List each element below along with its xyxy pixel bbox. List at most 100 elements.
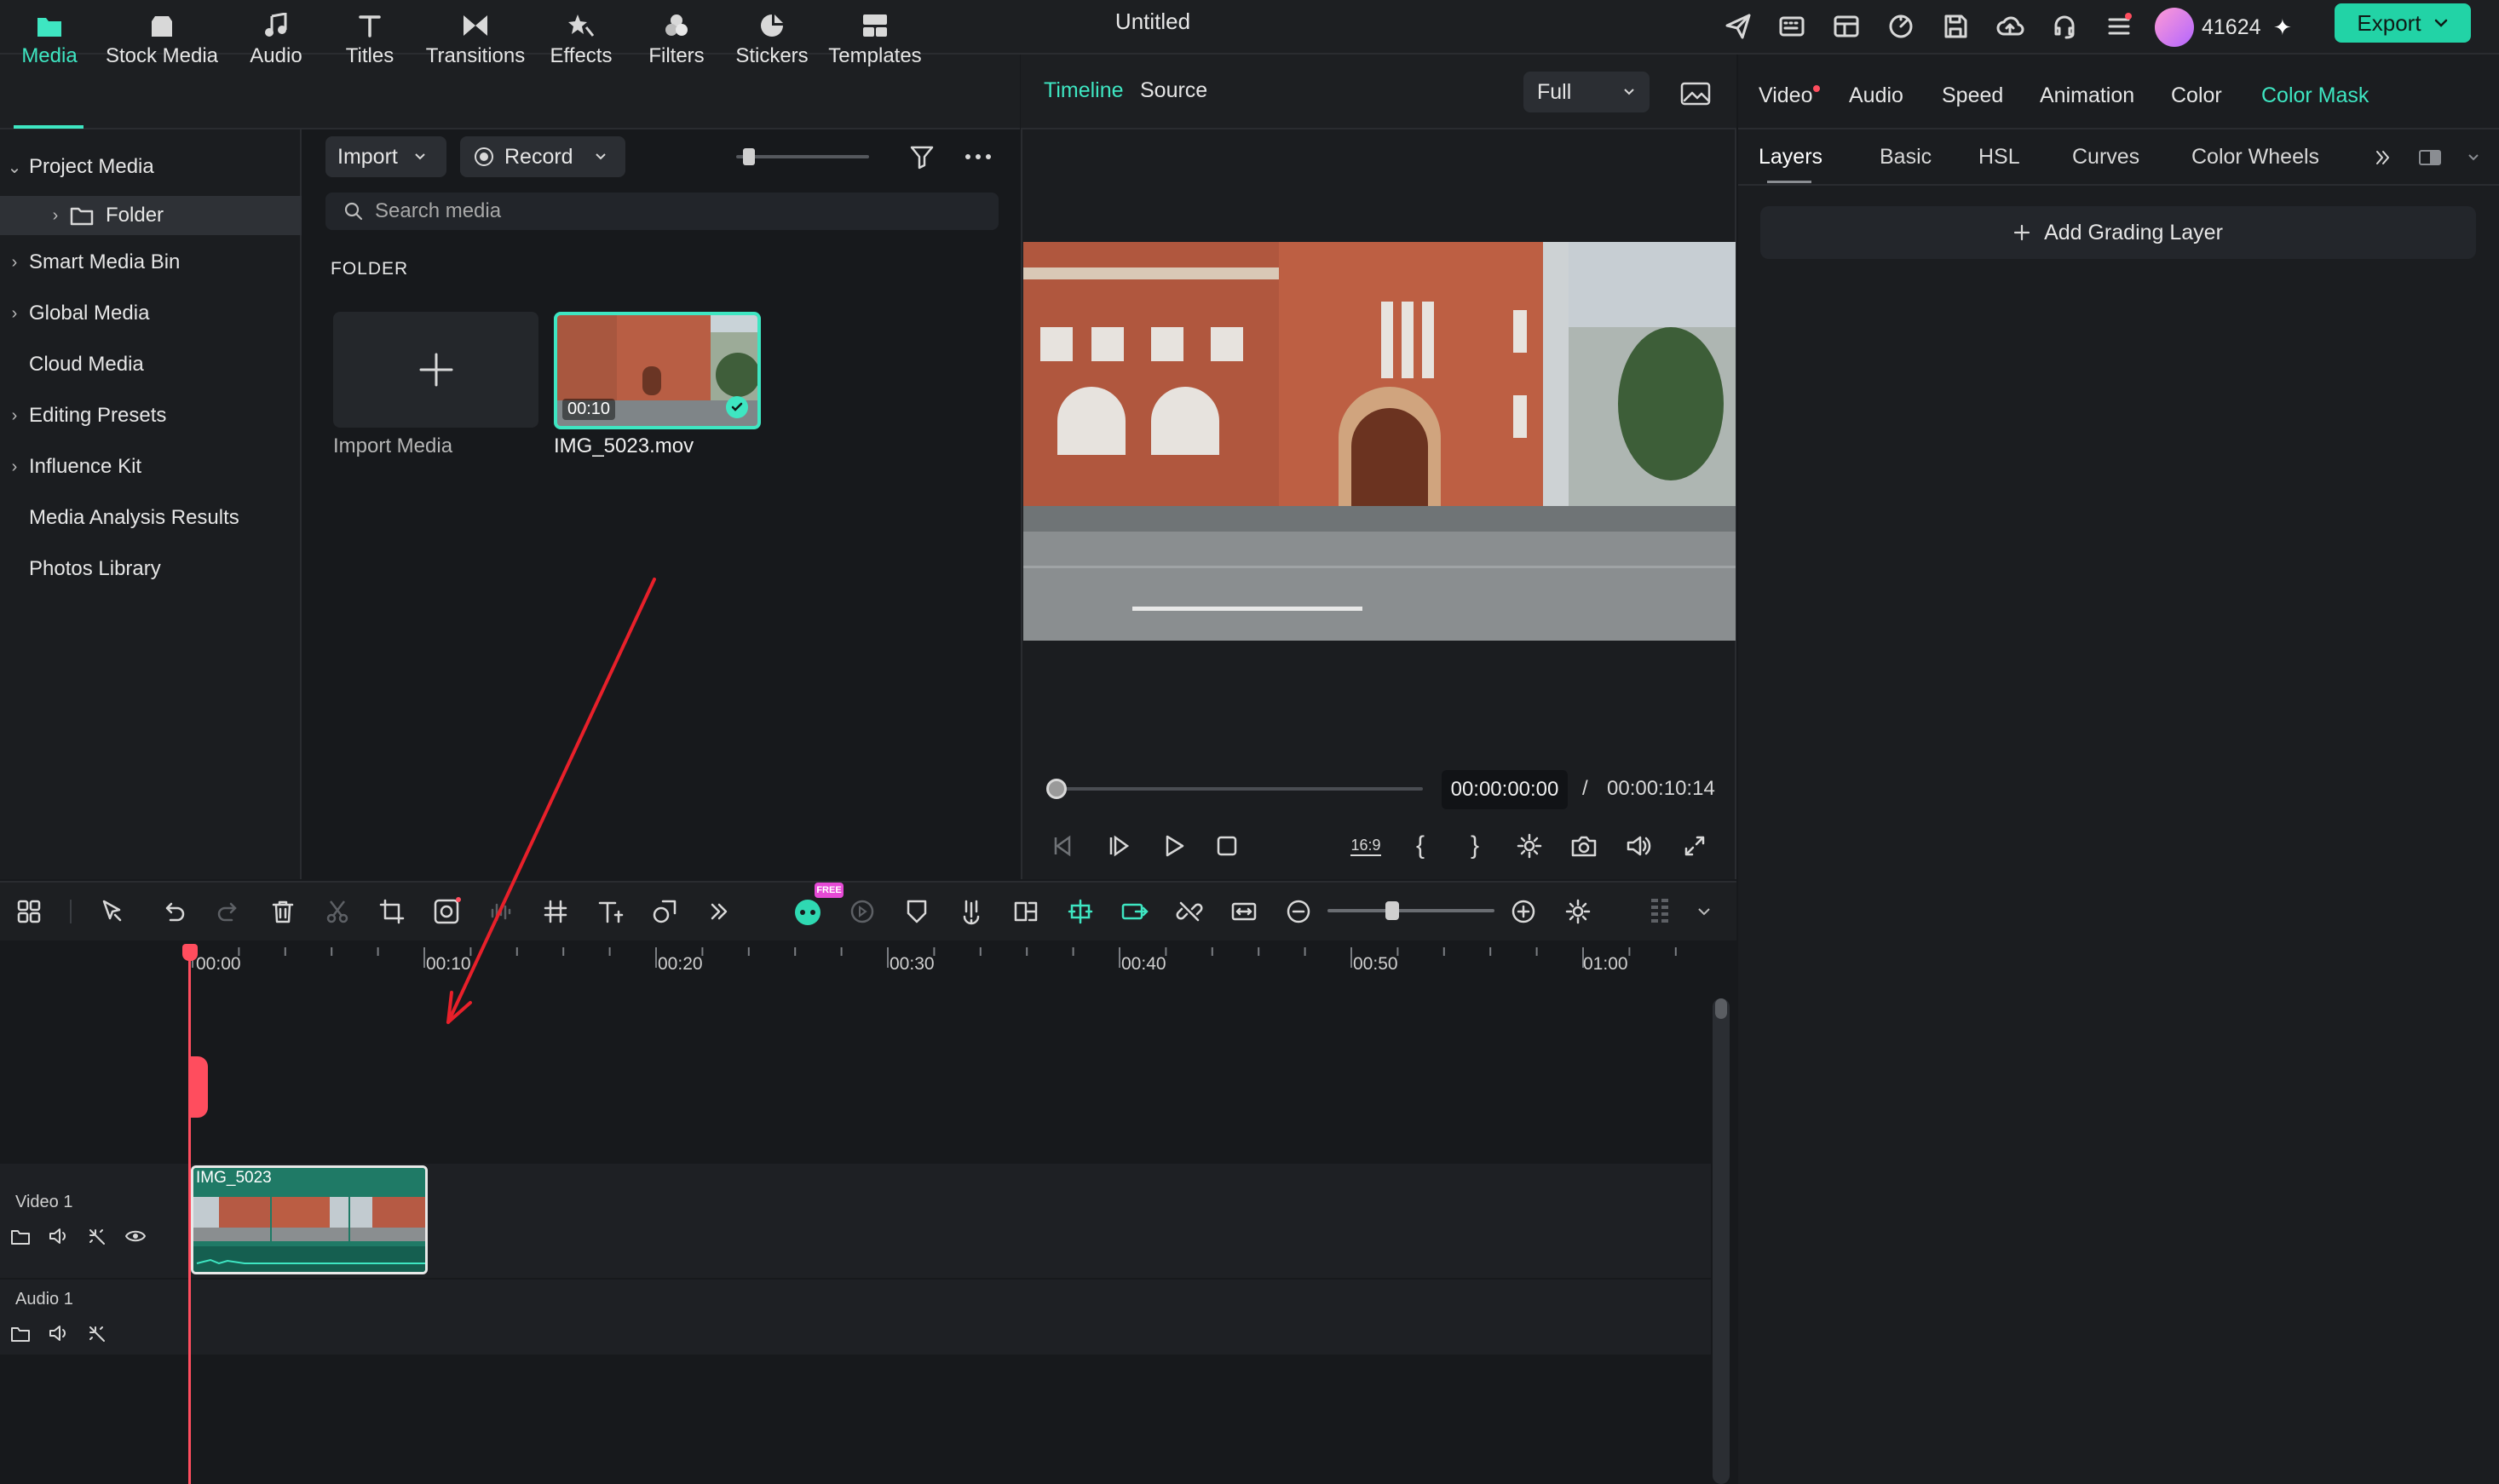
track-effects-icon[interactable]	[87, 1324, 107, 1343]
export-button[interactable]: Export	[2335, 3, 2471, 43]
auto-ripple-icon[interactable]	[1116, 893, 1154, 930]
track-folder-icon[interactable]	[10, 1324, 31, 1343]
track-volume-icon[interactable]	[48, 1227, 70, 1245]
mark-in-icon[interactable]: {	[1401, 826, 1440, 866]
more-tools-chevrons-icon[interactable]	[700, 893, 738, 930]
previous-frame-icon[interactable]	[1043, 826, 1082, 866]
tab-color[interactable]: Color	[2171, 83, 2222, 108]
thumbnail-size-slider-knob[interactable]	[743, 148, 755, 165]
snap-toggle-icon[interactable]	[1062, 893, 1099, 930]
sidebar-item-project-media[interactable]: ⌄ Project Media	[0, 147, 302, 187]
crop-icon[interactable]	[373, 893, 411, 930]
render-settings-icon[interactable]	[1510, 826, 1549, 866]
layout-icon[interactable]	[1827, 7, 1866, 46]
more-options-icon[interactable]	[961, 140, 995, 174]
playback-scrubber-knob[interactable]	[1046, 779, 1067, 799]
split-screen-icon[interactable]	[1007, 893, 1045, 930]
subtab-basic[interactable]: Basic	[1880, 145, 1932, 170]
video-preview[interactable]	[1023, 242, 1736, 641]
fit-timeline-icon[interactable]	[1225, 893, 1263, 930]
chevron-down-icon[interactable]	[2461, 143, 2486, 172]
tab-filters[interactable]: Filters	[637, 10, 716, 75]
tab-templates[interactable]: Templates	[826, 10, 924, 75]
tab-transitions[interactable]: Transitions	[423, 10, 528, 75]
track-height-icon[interactable]	[1641, 893, 1678, 930]
tab-animation[interactable]: Animation	[2040, 83, 2134, 108]
timeline-settings-icon[interactable]	[1559, 893, 1597, 930]
compare-view-icon[interactable]	[2415, 143, 2445, 172]
zoom-out-icon[interactable]	[1280, 893, 1317, 930]
thumbnail-size-slider[interactable]	[736, 155, 869, 158]
sidebar-item-media-analysis-results[interactable]: Media Analysis Results	[0, 498, 302, 538]
voiceover-mic-icon[interactable]	[953, 893, 990, 930]
timeline-zoom-knob[interactable]	[1385, 901, 1399, 920]
redo-icon[interactable]	[210, 893, 247, 930]
tab-effects[interactable]: Effects	[542, 10, 620, 75]
select-tool-icon[interactable]	[94, 893, 131, 930]
sidebar-item-cloud-media[interactable]: Cloud Media	[0, 345, 302, 384]
sidebar-item-smart-media-bin[interactable]: › Smart Media Bin	[0, 243, 302, 282]
import-media-tile[interactable]	[333, 312, 538, 428]
menu-icon[interactable]	[2099, 7, 2139, 46]
tab-media[interactable]: Media	[15, 10, 83, 75]
sidebar-item-influence-kit[interactable]: › Influence Kit	[0, 447, 302, 486]
track-folder-icon[interactable]	[10, 1227, 31, 1245]
sidebar-item-photos-library[interactable]: Photos Library	[0, 549, 302, 589]
stop-icon[interactable]	[1207, 826, 1247, 866]
keyboard-shortcuts-icon[interactable]	[1772, 7, 1811, 46]
credits-sparkle-icon[interactable]: ✦	[2273, 8, 2292, 47]
playhead-head[interactable]	[182, 944, 198, 961]
tab-audio-inspector[interactable]: Audio	[1849, 83, 1903, 108]
snapshot-camera-icon[interactable]	[1564, 826, 1604, 866]
tab-titles[interactable]: Titles	[336, 10, 404, 75]
zoom-in-icon[interactable]	[1505, 893, 1542, 930]
tab-speed[interactable]: Speed	[1942, 83, 2003, 108]
playhead-drag-handle[interactable]	[189, 1056, 208, 1118]
support-headset-icon[interactable]	[2045, 7, 2084, 46]
chevrons-right-icon[interactable]	[2367, 143, 2398, 172]
play-icon[interactable]	[1154, 826, 1193, 866]
send-feedback-icon[interactable]	[1719, 7, 1758, 46]
subtab-layers[interactable]: Layers	[1759, 145, 1822, 170]
chevron-down-icon[interactable]	[1685, 893, 1723, 930]
preview-quality-select[interactable]: Full	[1523, 72, 1650, 112]
timeline-scrollbar[interactable]	[1713, 998, 1730, 1484]
aspect-ratio-icon[interactable]: 16:9	[1346, 826, 1385, 866]
ai-mate-icon[interactable]	[789, 893, 826, 930]
tab-audio[interactable]: Audio	[240, 10, 312, 75]
tab-timeline[interactable]: Timeline	[1044, 78, 1124, 103]
split-scissors-icon[interactable]	[319, 893, 356, 930]
sidebar-item-folder[interactable]: › Folder	[0, 196, 302, 235]
subtab-color-wheels[interactable]: Color Wheels	[2191, 145, 2319, 170]
tab-stickers[interactable]: Stickers	[731, 10, 813, 75]
play-frame-icon[interactable]	[1100, 826, 1139, 866]
playhead[interactable]	[188, 944, 191, 1484]
user-avatar[interactable]	[2155, 8, 2194, 47]
playback-scrubber[interactable]	[1057, 787, 1423, 791]
auto-beat-icon[interactable]	[844, 893, 881, 930]
current-timecode[interactable]: 00:00:00:00	[1442, 770, 1568, 809]
timeline-ruler[interactable]	[0, 940, 1736, 983]
unlink-icon[interactable]	[1171, 893, 1208, 930]
undo-icon[interactable]	[155, 893, 193, 930]
filter-icon[interactable]	[905, 140, 939, 174]
search-media-input[interactable]: Search media	[325, 193, 999, 230]
record-dropdown[interactable]: Record	[460, 136, 625, 177]
sidebar-item-global-media[interactable]: › Global Media	[0, 294, 302, 333]
delete-icon[interactable]	[264, 893, 302, 930]
tab-stock-media[interactable]: Stock Media	[102, 10, 222, 75]
subtab-curves[interactable]: Curves	[2072, 145, 2139, 170]
sidebar-item-editing-presets[interactable]: › Editing Presets	[0, 396, 302, 435]
cloud-upload-icon[interactable]	[1990, 7, 2030, 46]
audio-track[interactable]	[0, 1280, 1711, 1355]
fullscreen-icon[interactable]	[1675, 826, 1714, 866]
tab-color-mask[interactable]: Color Mask	[2261, 83, 2369, 108]
subtab-hsl[interactable]: HSL	[1978, 145, 2020, 170]
track-visibility-eye-icon[interactable]	[124, 1227, 147, 1245]
timeline-zoom-slider[interactable]	[1327, 909, 1494, 912]
layout-grid-icon[interactable]	[10, 893, 48, 930]
save-icon[interactable]	[1936, 7, 1975, 46]
mark-out-icon[interactable]: }	[1455, 826, 1494, 866]
track-volume-icon[interactable]	[48, 1324, 70, 1343]
timeline-scroll-thumb[interactable]	[1715, 998, 1727, 1019]
